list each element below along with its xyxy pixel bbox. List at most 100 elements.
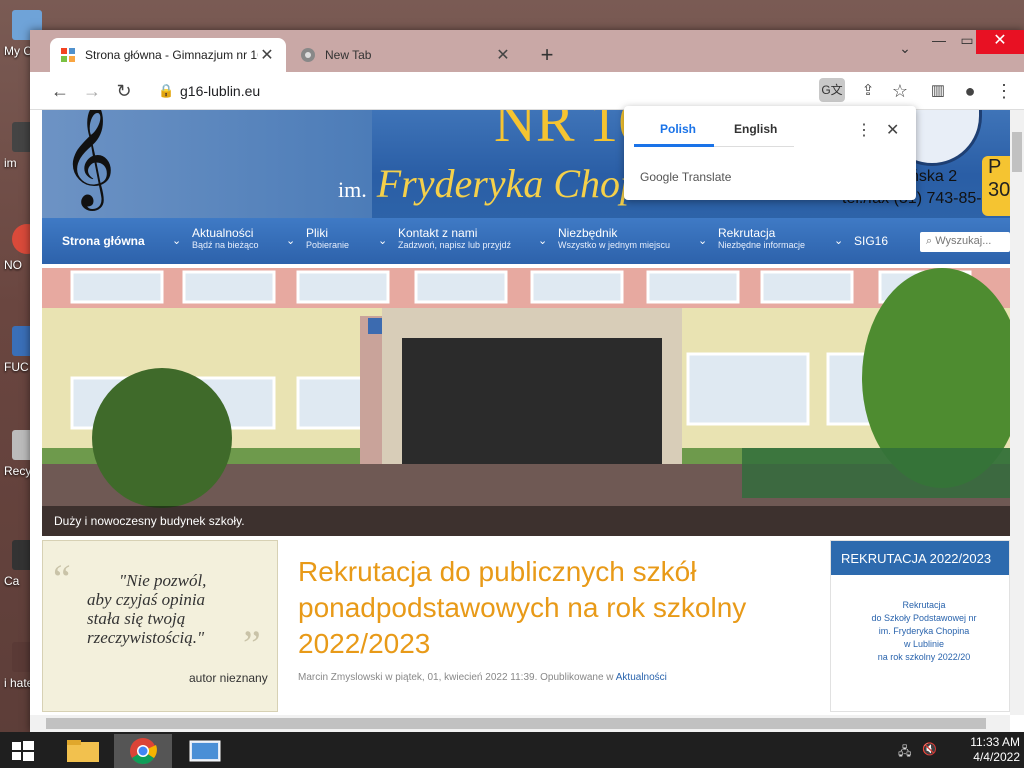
horizontal-scrollbar[interactable] xyxy=(30,715,1010,732)
tab-strona-glowna[interactable]: Strona główna - Gimnazjum nr 16 ✕ xyxy=(50,38,286,72)
network-icon[interactable]: 🖧 xyxy=(898,742,911,763)
tab-strip: Strona główna - Gimnazjum nr 16 ✕ New Ta… xyxy=(30,30,1024,72)
nav-aktualnosci[interactable]: Aktualności Bądź na bieżąco xyxy=(192,226,259,250)
chevron-down-icon[interactable]: ⌄ xyxy=(698,234,707,247)
translate-tab-polish[interactable]: Polish xyxy=(660,122,696,136)
selected-tab-underline xyxy=(634,144,714,147)
recruitment-poster[interactable]: Rekrutacja do Szkoły Podstawowej nr im. … xyxy=(839,589,1009,709)
poster-line: Rekrutacja xyxy=(902,600,946,610)
translate-icon[interactable]: G文 xyxy=(819,78,845,102)
translate-popup: Polish English ⋮ ✕ Google Translate xyxy=(624,106,916,200)
nav-niezbednik[interactable]: Niezbędnik Wszystko w jednym miejscu xyxy=(558,226,670,250)
quote-text: "Nie pozwól, aby czyjaś opinia stała się… xyxy=(87,571,267,647)
search-placeholder: Wyszukaj... xyxy=(935,235,992,247)
close-icon[interactable]: ✕ xyxy=(886,120,899,140)
scrollbar-thumb[interactable] xyxy=(1012,132,1022,172)
windows-logo-icon xyxy=(12,741,34,761)
system-clock[interactable]: 11:33 AM 4/4/2022 xyxy=(940,735,1020,765)
image-viewer-icon xyxy=(189,740,221,762)
folder-icon xyxy=(67,740,99,762)
search-icon: ⌕ xyxy=(926,235,933,247)
nav-sublabel: Pobieranie xyxy=(306,240,350,250)
chrome-taskbar-button[interactable] xyxy=(114,734,172,768)
tab-title: New Tab xyxy=(325,48,372,62)
article-meta: Marcin Zmyslowski w piątek, 01, kwiecień… xyxy=(298,672,667,683)
search-input[interactable]: ⌕ Wyszukaj... xyxy=(920,232,1010,252)
poster-line: w Lublinie xyxy=(903,639,945,649)
poster-line: na rok szkolny 2022/20 xyxy=(877,652,971,662)
slideshow-image[interactable]: Duży i nowoczesny budynek szkoły. xyxy=(42,268,1010,536)
translate-tab-english[interactable]: English xyxy=(734,122,777,136)
quote-box: “ "Nie pozwól, aby czyjaś opinia stała s… xyxy=(42,540,278,712)
article-category-link[interactable]: Aktualności xyxy=(616,672,667,683)
vertical-scrollbar[interactable] xyxy=(1010,110,1024,715)
close-tab-icon[interactable]: ✕ xyxy=(258,45,276,65)
slide-caption: Duży i nowoczesny budynek szkoły. xyxy=(42,506,1010,536)
poster-line: im. Fryderyka Chopina xyxy=(878,626,970,636)
scrollbar-thumb[interactable] xyxy=(46,718,986,729)
tab-search-icon[interactable]: ⌄ xyxy=(890,40,920,57)
side-panel-icon[interactable]: ▥ xyxy=(926,79,950,103)
chevron-down-icon[interactable]: ⌄ xyxy=(172,234,181,247)
quote-line: "Nie pozwól, xyxy=(119,571,207,590)
nav-sig16[interactable]: SIG16 xyxy=(854,234,888,248)
volume-muted-icon[interactable]: 🔇 xyxy=(922,742,937,756)
close-tab-icon[interactable]: ✕ xyxy=(494,45,512,65)
close-window-button[interactable]: ✕ xyxy=(976,30,1024,54)
file-explorer-taskbar-button[interactable] xyxy=(54,734,112,768)
sidebar-recruitment: REKRUTACJA 2022/2023 Rekrutacja do Szkoł… xyxy=(830,540,1010,712)
nav-kontakt[interactable]: Kontakt z nami Zadzwoń, napisz lub przyjd… xyxy=(398,226,511,250)
web-page: 𝄞 NR 16 im. Fryderyka Chopina yńska 2 te… xyxy=(42,110,1010,715)
poster-line: do Szkoły Podstawowej nr xyxy=(871,613,977,623)
chevron-down-icon[interactable]: ⌄ xyxy=(834,234,843,247)
lock-icon[interactable]: 🔒 xyxy=(158,83,174,99)
browser-toolbar: ← → ↻ 🔒 g16-lublin.eu G文 ⇪ ☆ ▥ ● ⋮ xyxy=(30,72,1024,110)
nav-home[interactable]: Strona główna xyxy=(62,234,145,248)
tab-new-tab[interactable]: New Tab ✕ xyxy=(290,38,522,72)
article-title[interactable]: Rekrutacja do publicznych szkół ponadpod… xyxy=(298,554,798,662)
nav-rekrutacja[interactable]: Rekrutacja Niezbędne informacje xyxy=(718,226,805,250)
nav-pliki[interactable]: Pliki Pobieranie xyxy=(306,226,349,250)
profile-avatar-icon[interactable]: ● xyxy=(958,79,982,103)
quote-author: autor nieznany xyxy=(189,671,268,685)
taskbar: 🖧 🔇 11:33 AM 4/4/2022 xyxy=(0,732,1024,768)
back-arrow-icon[interactable]: ← xyxy=(48,79,72,103)
nav-sublabel: Niezbędne informacje xyxy=(718,240,806,250)
start-button[interactable] xyxy=(0,734,48,768)
google-translate-brand: Google Translate xyxy=(640,170,732,184)
chrome-icon xyxy=(130,738,157,765)
share-icon[interactable]: ⇪ xyxy=(856,79,880,103)
nav-label: Pliki xyxy=(306,226,329,240)
bookmark-star-icon[interactable]: ☆ xyxy=(888,79,912,103)
chevron-down-icon[interactable]: ⌄ xyxy=(286,234,295,247)
more-options-icon[interactable]: ⋮ xyxy=(856,120,872,140)
minimize-button[interactable]: — xyxy=(924,32,954,48)
menu-dots-icon[interactable]: ⋮ xyxy=(992,79,1016,103)
tab-title: Strona główna - Gimnazjum nr 16 xyxy=(85,48,258,62)
new-tab-button[interactable]: + xyxy=(535,42,559,68)
main-navigation: Strona główna ⌄ Aktualności Bądź na bieżą… xyxy=(42,218,1010,264)
clock-time: 11:33 AM xyxy=(970,735,1020,749)
nav-label: Aktualności xyxy=(192,226,254,240)
article-meta-text: Marcin Zmyslowski w piątek, 01, kwiecień… xyxy=(298,672,614,683)
quote-line: stała się twoją xyxy=(87,609,186,628)
nav-label: Niezbędnik xyxy=(558,226,618,240)
photos-taskbar-button[interactable] xyxy=(176,734,234,768)
forward-arrow-icon[interactable]: → xyxy=(80,79,104,103)
chevron-down-icon[interactable]: ⌄ xyxy=(378,234,387,247)
reload-icon[interactable]: ↻ xyxy=(112,79,136,103)
nav-label: Kontakt z nami xyxy=(398,226,478,240)
chrome-icon xyxy=(301,48,315,62)
nav-label: Rekrutacja xyxy=(718,226,776,240)
open-quote-icon: “ xyxy=(53,556,71,601)
close-quote-icon: ” xyxy=(243,622,261,667)
school-building-image xyxy=(42,268,1010,536)
sidebar-heading: REKRUTACJA 2022/2023 xyxy=(831,541,1009,575)
quote-line: aby czyjaś opinia xyxy=(87,590,206,609)
quote-line: rzeczywistością." xyxy=(87,628,205,647)
address-bar[interactable]: g16-lublin.eu xyxy=(180,83,260,99)
chevron-down-icon[interactable]: ⌄ xyxy=(538,234,547,247)
nav-sublabel: Wszystko w jednym miejscu xyxy=(558,240,671,250)
treble-clef-icon: 𝄞 xyxy=(62,110,116,207)
nav-sublabel: Bądź na bieżąco xyxy=(192,240,259,250)
